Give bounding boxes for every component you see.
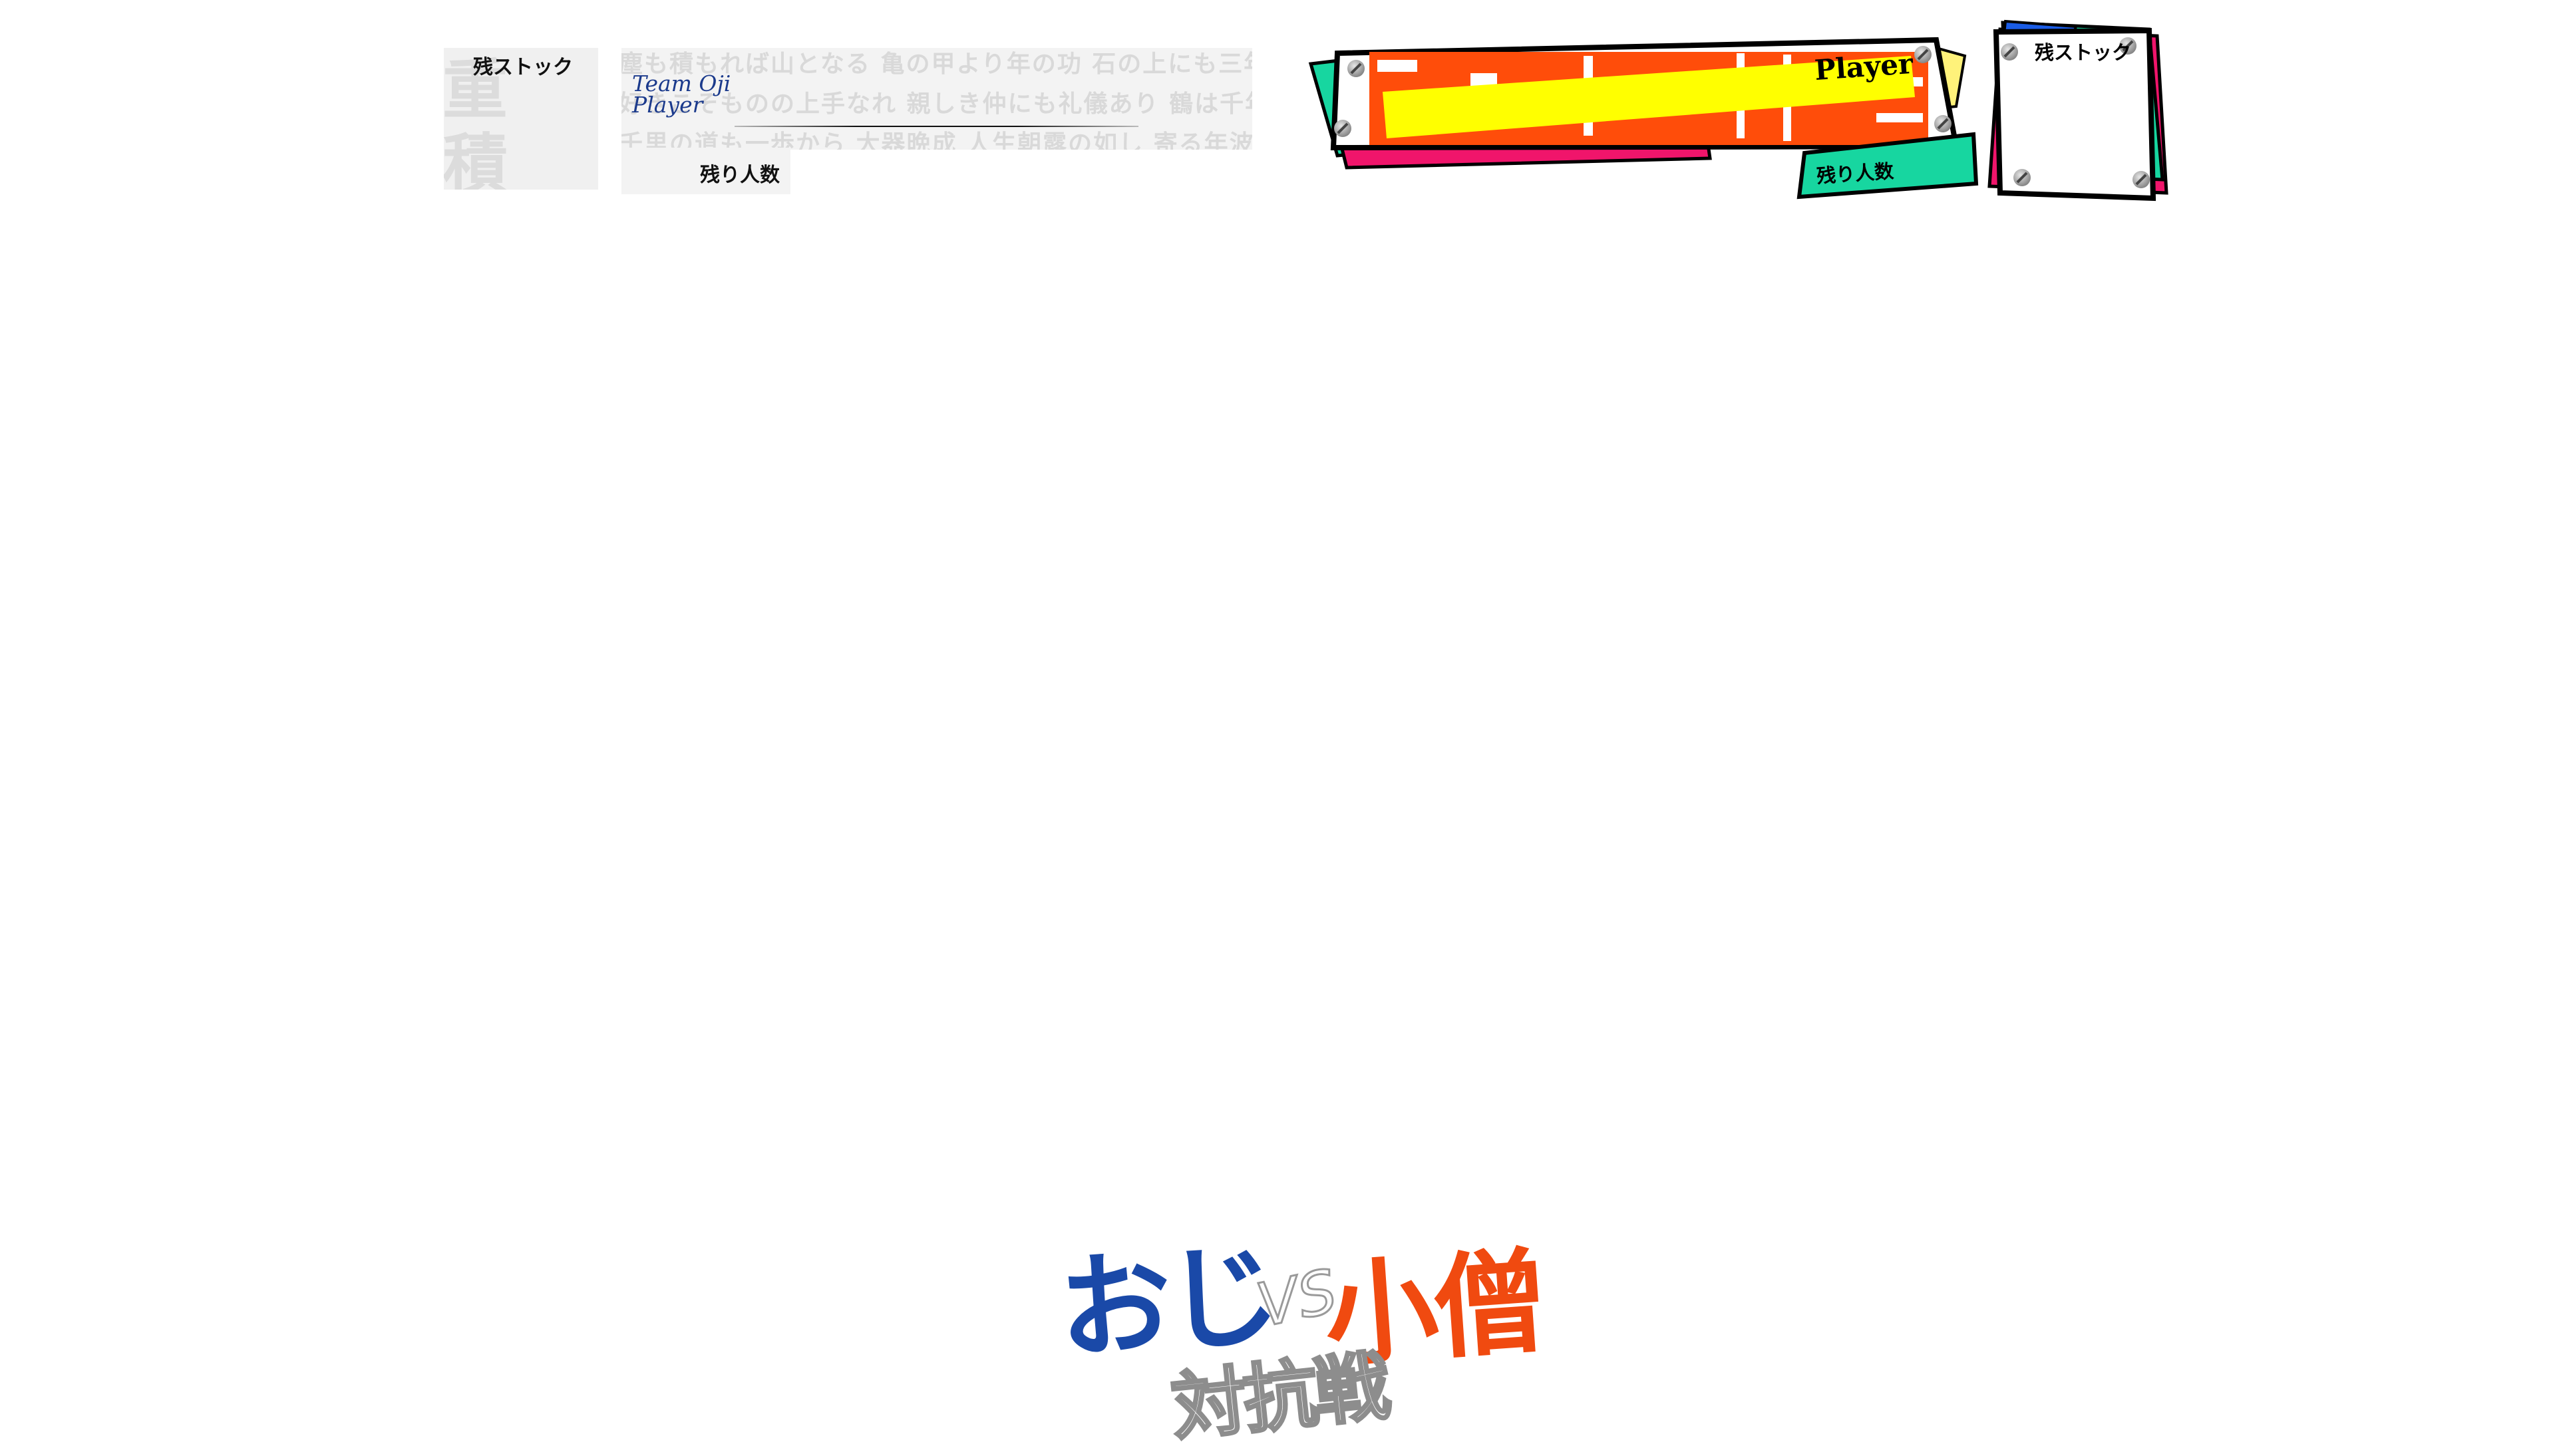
screw-icon [2132, 171, 2150, 188]
oji-name-underline [735, 126, 1138, 127]
screw-icon [2001, 43, 2018, 61]
oji-remaining-count-panel: 残り人数 [621, 148, 790, 194]
oji-stock-panel: 重 積 ねみ 残ストック [444, 48, 598, 190]
oji-remaining-count-label: 残り人数 [700, 164, 780, 187]
screw-icon [2013, 169, 2031, 186]
proverb-line: 千里の道も一歩から 大器晩成 人生朝露の如し 寄る年波には勝てぬ [621, 130, 1252, 150]
logo-subtitle: 対抗戦 [1166, 1342, 1393, 1453]
oji-team-name-block: Team Oji Player [632, 73, 731, 116]
screw-icon [1334, 120, 1351, 137]
kozo-hud: Player 残り人数 残ストック [1304, 13, 2169, 213]
screw-icon [1347, 60, 1365, 77]
event-logo: おじ 小僧 VS 対抗戦 [1038, 1197, 1570, 1453]
kozo-player-name: Player [1813, 47, 1914, 87]
oji-player-name: Player [632, 92, 703, 118]
kozo-remaining-count-label: 残り人数 [1816, 159, 1895, 188]
oji-player-plate: 塵も積もれば山となる 亀の甲より年の功 石の上にも三年 継続は力なり 好きこそも… [621, 48, 1252, 150]
oji-stock-label: 残ストック [473, 56, 573, 79]
screw-icon [1934, 115, 1952, 132]
kozo-stock-label: 残ストック [2035, 41, 2132, 64]
screw-icon [1914, 46, 1932, 63]
